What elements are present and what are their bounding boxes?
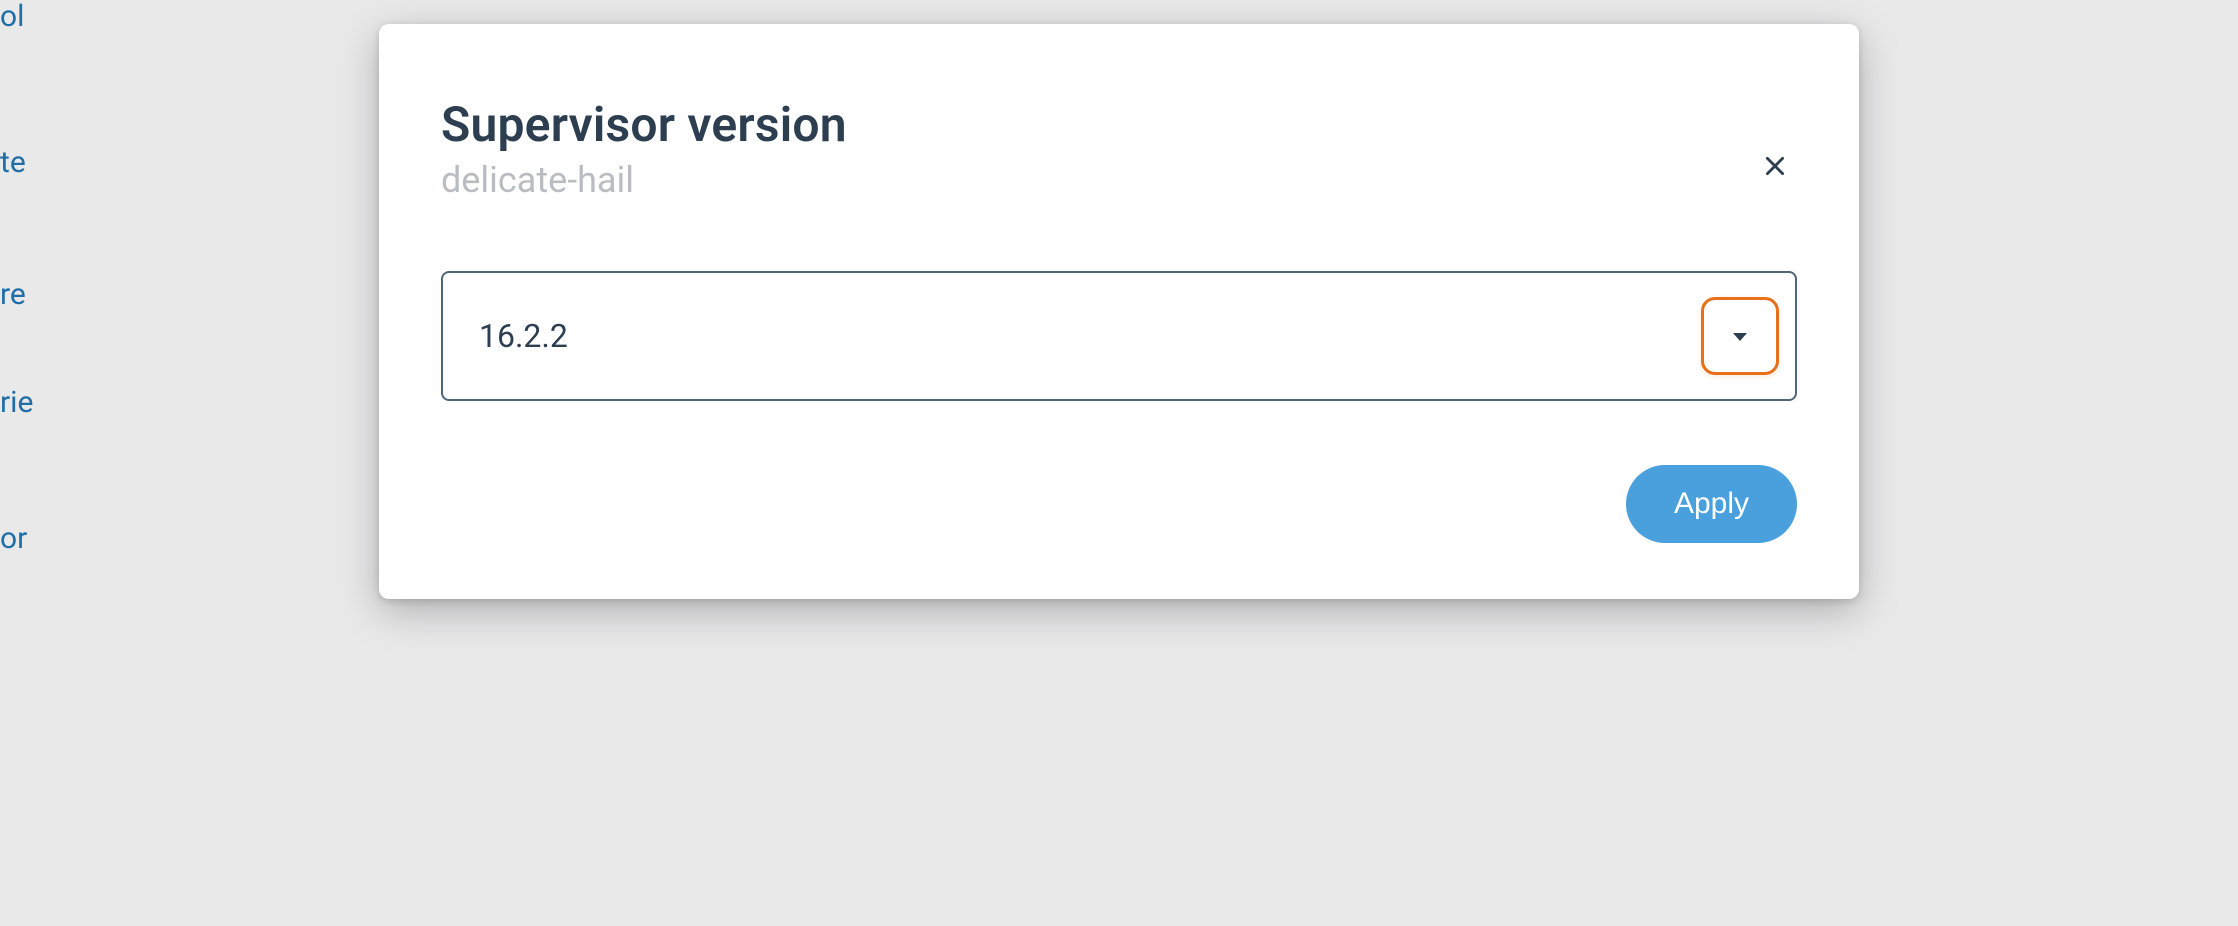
modal-footer: Apply — [441, 465, 1797, 543]
version-select-value: 16.2.2 — [479, 317, 568, 355]
modal-subtitle: delicate-hail — [441, 159, 1797, 201]
close-button[interactable] — [1753, 144, 1797, 188]
apply-button[interactable]: Apply — [1626, 465, 1797, 543]
modal-title: Supervisor version — [441, 96, 1797, 153]
modal-overlay: Supervisor version delicate-hail 16.2.2 … — [0, 0, 2238, 926]
supervisor-version-modal: Supervisor version delicate-hail 16.2.2 … — [379, 24, 1859, 599]
chevron-down-icon — [1728, 324, 1752, 348]
dropdown-toggle[interactable] — [1701, 297, 1779, 375]
close-icon — [1762, 153, 1788, 179]
version-select[interactable]: 16.2.2 — [441, 271, 1797, 401]
